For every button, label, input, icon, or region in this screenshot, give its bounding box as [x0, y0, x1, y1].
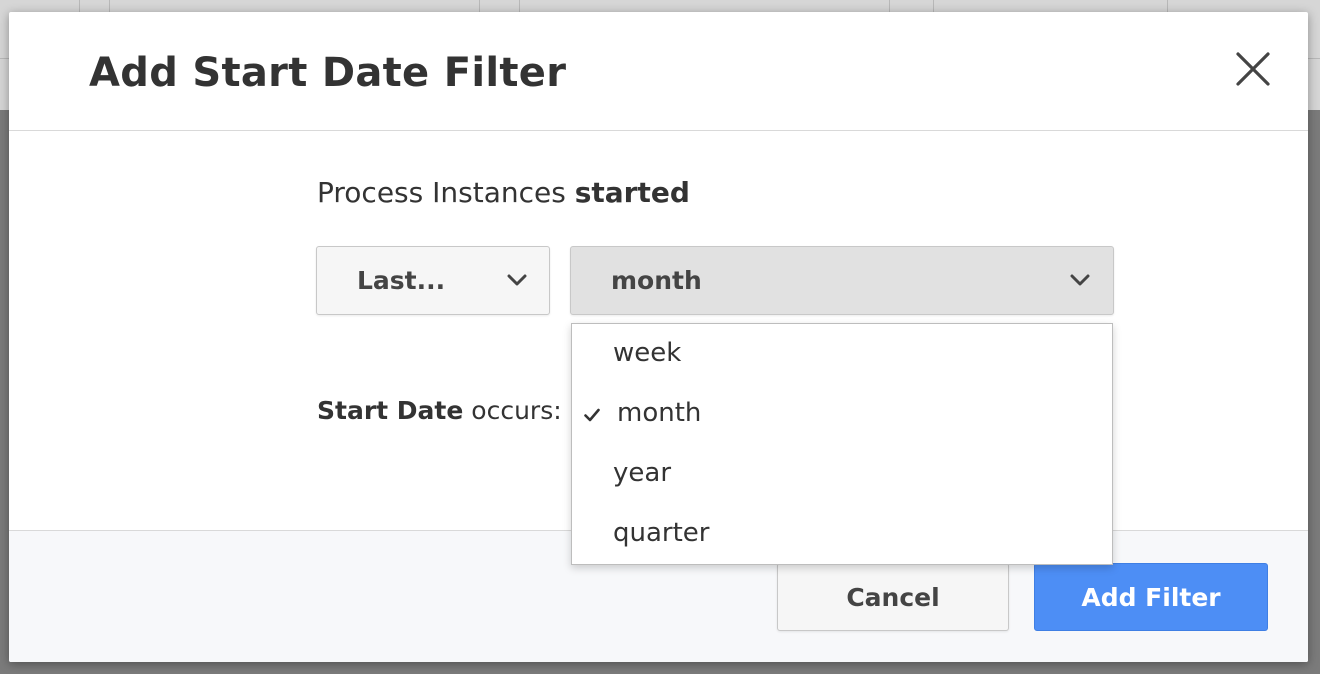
description-text: Process Instances	[317, 176, 566, 209]
option-label: week	[613, 338, 682, 368]
range-type-value: Last...	[357, 266, 446, 295]
option-label: quarter	[613, 518, 710, 548]
modal-header: Add Start Date Filter	[9, 12, 1308, 131]
description-strong: started	[574, 176, 690, 209]
modal-title: Add Start Date Filter	[89, 50, 567, 96]
dropdown-option-quarter[interactable]: quarter	[572, 504, 1112, 564]
chevron-down-icon	[1070, 274, 1090, 286]
close-button[interactable]	[1232, 52, 1274, 88]
date-unit-dropdown-menu: week month year quarter	[571, 323, 1113, 565]
dropdown-option-month[interactable]: month	[572, 384, 1112, 444]
occurs-summary: Start Date occurs: in	[317, 396, 592, 425]
chevron-down-icon	[507, 274, 527, 286]
date-unit-value: month	[611, 266, 702, 295]
dropdown-option-week[interactable]: week	[572, 324, 1112, 384]
filter-description: Process Instances started	[317, 176, 690, 209]
dropdown-option-year[interactable]: year	[572, 444, 1112, 504]
add-filter-button[interactable]: Add Filter	[1034, 563, 1268, 631]
date-unit-select[interactable]: month	[570, 246, 1114, 315]
option-label: year	[613, 458, 672, 488]
check-icon	[584, 408, 600, 422]
range-type-select[interactable]: Last...	[316, 246, 550, 315]
option-label: month	[617, 398, 702, 428]
cancel-button[interactable]: Cancel	[777, 563, 1009, 631]
close-icon	[1236, 52, 1270, 86]
occurs-field-name: Start Date	[317, 396, 464, 425]
